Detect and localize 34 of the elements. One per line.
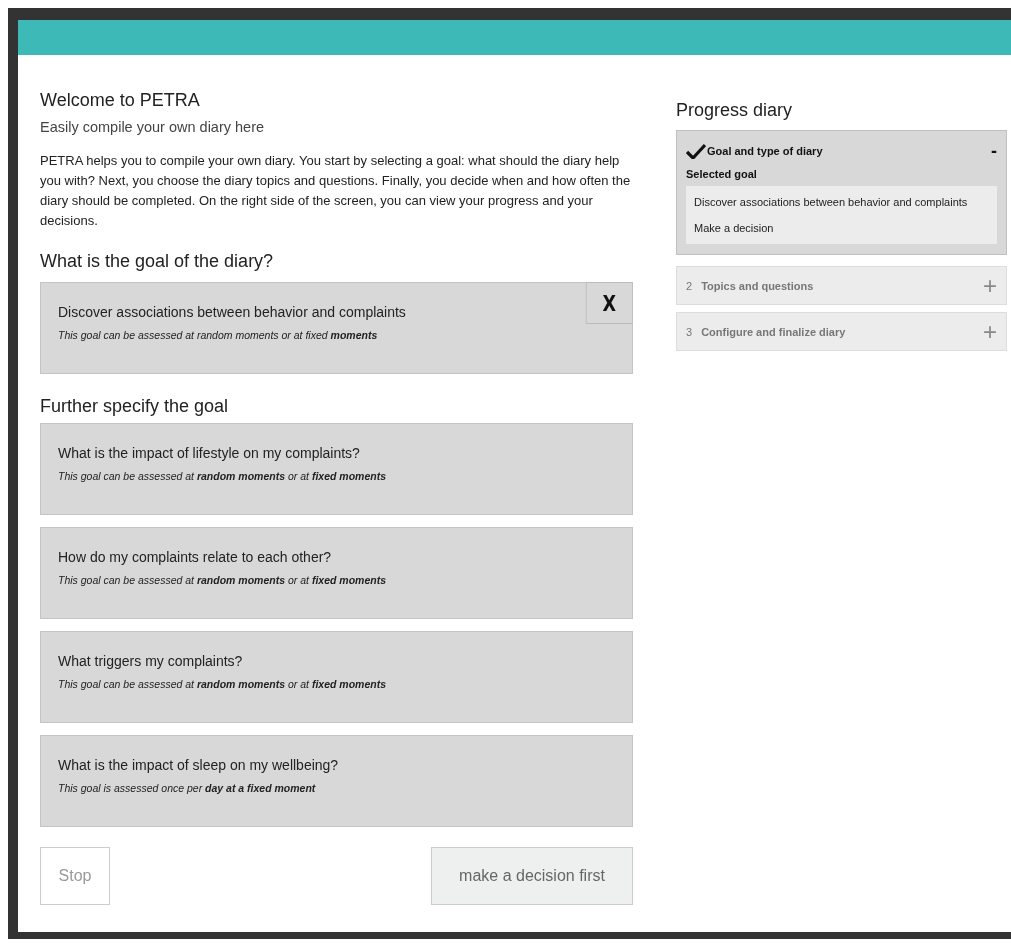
remove-button[interactable]: X: [585, 282, 633, 324]
toggle-icon[interactable]: -: [991, 140, 997, 162]
progress-title: Progress diary: [676, 100, 794, 121]
step-title: Configure and finalize diary: [701, 325, 847, 338]
detail-item: Make a decision: [694, 221, 775, 236]
goal-title: What is the impact of sleep on my wellbeing?: [58, 757, 340, 773]
page-subtitle: Easily compile your own diary here: [40, 119, 266, 135]
page-title: Welcome to PETRA: [40, 90, 201, 111]
detail-label: Selected goal: [686, 168, 758, 180]
section-heading: Further specify the goal: [40, 396, 230, 417]
step-panel[interactable]: Goal and type of diary - Selected goal Discover associations between behavior and complaints Make a decision: [676, 130, 1007, 255]
step-title: Goal and type of diary: [707, 145, 824, 157]
step-number: 2: [686, 279, 693, 292]
step-panel[interactable]: 3 Configure and finalize diary +: [676, 312, 1007, 351]
goal-note: This goal can be assessed at random moments or at fixed moments: [58, 678, 387, 690]
goal-note: This goal can be assessed at random moments or at fixed moments: [58, 470, 387, 482]
goal-card[interactable]: What is the impact of sleep on my wellbeing? This goal is assessed once per day at a fixed moment: [40, 735, 633, 827]
goal-title: Discover associations between behavior and complaints: [58, 304, 407, 320]
step-number: 3: [686, 325, 693, 338]
intro-paragraph: PETRA helps you to compile your own diary. You start by selecting a goal: what should the diary help you with? Next, you choose the diary topics and questions. Finally, you decide when and how often the diary should be completed. On the right side of the screen, you can view your progress and your decisions.: [40, 152, 632, 230]
goal-card[interactable]: Discover associations between behavior and complaints This goal can be assessed at random moments or at fixed moments X: [40, 282, 633, 374]
goal-title: How do my complaints relate to each other?: [58, 549, 333, 565]
goal-card[interactable]: What triggers my complaints? This goal can be assessed at random moments or at fixed moments: [40, 631, 633, 723]
goal-note: This goal can be assessed at random moments or at fixed moments: [58, 329, 379, 341]
goal-card[interactable]: How do my complaints relate to each other? This goal can be assessed at random moments or at fixed moments: [40, 527, 633, 619]
step-panel[interactable]: 2 Topics and questions +: [676, 266, 1007, 305]
goal-note: This goal is assessed once per day at a fixed moment: [58, 782, 317, 794]
goal-title: What is the impact of lifestyle on my complaints?: [58, 445, 361, 461]
goal-title: What triggers my complaints?: [58, 653, 244, 669]
section-heading: What is the goal of the diary?: [40, 251, 275, 272]
goal-note: This goal can be assessed at random moments or at fixed moments: [58, 574, 387, 586]
detail-item: Discover associations between behavior and complaints: [694, 195, 969, 210]
step-title: Topics and questions: [701, 279, 815, 292]
goal-card[interactable]: What is the impact of lifestyle on my complaints? This goal can be assessed at random moments or at fixed moments: [40, 423, 633, 515]
